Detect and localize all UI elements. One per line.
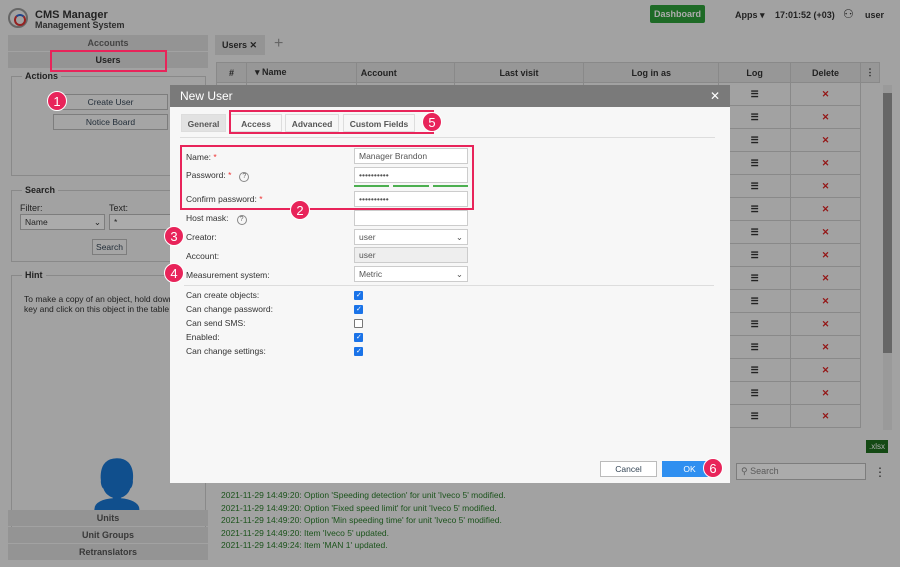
measurement-label: Measurement system: <box>186 270 270 280</box>
account-label: Account: <box>186 251 220 261</box>
tabs-divider <box>180 137 715 138</box>
permission-checkbox[interactable] <box>354 319 363 328</box>
permission-checkbox[interactable] <box>354 305 363 314</box>
dialog-title: New User <box>180 89 233 103</box>
badge-5: 5 <box>422 112 442 132</box>
highlight-users <box>50 50 167 72</box>
permission-checkbox[interactable] <box>354 291 363 300</box>
badge-2: 2 <box>290 200 310 220</box>
creator-label: Creator: <box>186 232 217 242</box>
badge-4: 4 <box>164 263 184 283</box>
measurement-select[interactable]: Metric ⌄ <box>354 266 468 282</box>
permission-label: Enabled: <box>186 332 220 342</box>
permission-checkbox[interactable] <box>354 333 363 342</box>
permission-label: Can change password: <box>186 304 273 314</box>
permission-checkbox[interactable] <box>354 347 363 356</box>
creator-value: user <box>359 232 376 242</box>
tab-general[interactable]: General <box>181 114 226 132</box>
badge-1: 1 <box>47 91 67 111</box>
permission-label: Can create objects: <box>186 290 260 300</box>
creator-select[interactable]: user ⌄ <box>354 229 468 245</box>
permission-label: Can change settings: <box>186 346 266 356</box>
badge-3: 3 <box>164 226 184 246</box>
dialog-header: New User ✕ <box>170 85 730 107</box>
cancel-button[interactable]: Cancel <box>600 461 657 477</box>
account-field: user <box>354 247 468 263</box>
highlight-tabs <box>229 110 434 134</box>
host-mask-label: Host mask:? <box>186 213 247 225</box>
close-icon[interactable]: ✕ <box>710 89 720 103</box>
measurement-value: Metric <box>359 269 383 279</box>
highlight-credentials <box>180 145 474 210</box>
badge-6: 6 <box>703 458 723 478</box>
host-mask-input[interactable] <box>354 210 468 226</box>
chevron-down-icon: ⌄ <box>455 269 463 279</box>
section-divider <box>184 285 714 286</box>
help-icon[interactable]: ? <box>236 215 247 225</box>
chevron-down-icon: ⌄ <box>455 232 463 242</box>
permission-label: Can send SMS: <box>186 318 246 328</box>
